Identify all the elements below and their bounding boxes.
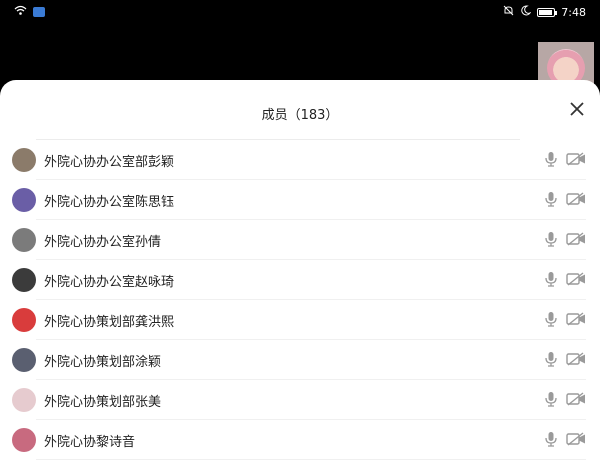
member-status-icons [544,271,586,287]
microphone-icon[interactable] [544,351,558,367]
microphone-icon[interactable] [544,311,558,327]
microphone-icon[interactable] [544,271,558,287]
member-name: 外院心协办公室赵咏琦 [44,275,175,290]
member-list: 外院心协办公室部彭颖 外院心协办公室陈思钰 外院心协办公室孙倩 外院心协办公室赵咏琦外… [0,140,600,460]
member-status-icons [544,391,586,407]
camera-off-icon[interactable] [566,232,586,246]
close-icon [570,97,584,121]
status-bar: 7:48 [0,0,600,24]
member-status-icons [544,231,586,247]
status-time: 7:48 [561,5,586,19]
member-name: 外院心协策划部张美 [44,395,162,410]
camera-off-icon[interactable] [566,432,586,446]
member-name: 外院心协策划部涂颖 [44,355,162,370]
list-item[interactable]: 外院心协办公室部彭颖 [12,140,586,180]
microphone-icon[interactable] [544,431,558,447]
member-name: 外院心协办公室孙倩 [44,235,162,250]
list-item[interactable]: 外院心协策划部涂颖 [12,340,586,380]
member-name: 外院心协办公室部彭颖 [44,155,175,170]
microphone-icon[interactable] [544,391,558,407]
status-right: 7:48 [503,5,586,19]
list-item[interactable]: 外院心协办公室陈思钰 [12,180,586,220]
camera-off-icon[interactable] [566,152,586,166]
battery-level [539,9,553,15]
member-status-icons [544,351,586,367]
close-button[interactable] [566,98,588,120]
bell-off-icon [503,5,514,19]
status-left [14,5,45,19]
member-name: 外院心协策划部龚洪熙 [44,315,175,330]
camera-off-icon[interactable] [566,312,586,326]
wifi-icon [14,5,27,19]
microphone-icon[interactable] [544,151,558,167]
avatar [12,268,36,292]
moon-icon [520,5,532,19]
member-status-icons [544,311,586,327]
camera-off-icon[interactable] [566,272,586,286]
microphone-icon[interactable] [544,191,558,207]
battery-icon [537,7,558,17]
avatar [12,148,36,172]
member-status-icons [544,431,586,447]
avatar [12,188,36,212]
member-status-icons [544,191,586,207]
list-item[interactable]: 外院心协办公室孙倩 [12,220,586,260]
camera-off-icon[interactable] [566,192,586,206]
list-item[interactable]: 外院心协策划部张美 [12,380,586,420]
member-name: 外院心协办公室陈思钰 [44,195,175,210]
avatar [12,308,36,332]
avatar [12,388,36,412]
camera-off-icon[interactable] [566,352,586,366]
list-item[interactable]: 外院心协办公室赵咏琦 [12,260,586,300]
app-badge-icon [33,7,45,17]
microphone-icon[interactable] [544,231,558,247]
member-name: 外院心协黎诗音 [44,435,136,450]
members-sheet: 成员（183） 外院心协办公室部彭颖 外院心协办公室陈思钰 外院心协办公室孙倩 外院心… [0,80,600,460]
camera-off-icon[interactable] [566,392,586,406]
page-title: 成员（183） [261,108,339,123]
list-item[interactable]: 外院心协黎诗音 [12,420,586,460]
avatar [12,228,36,252]
list-item[interactable]: 外院心协策划部龚洪熙 [12,300,586,340]
member-status-icons [544,151,586,167]
avatar [12,428,36,452]
avatar [12,348,36,372]
